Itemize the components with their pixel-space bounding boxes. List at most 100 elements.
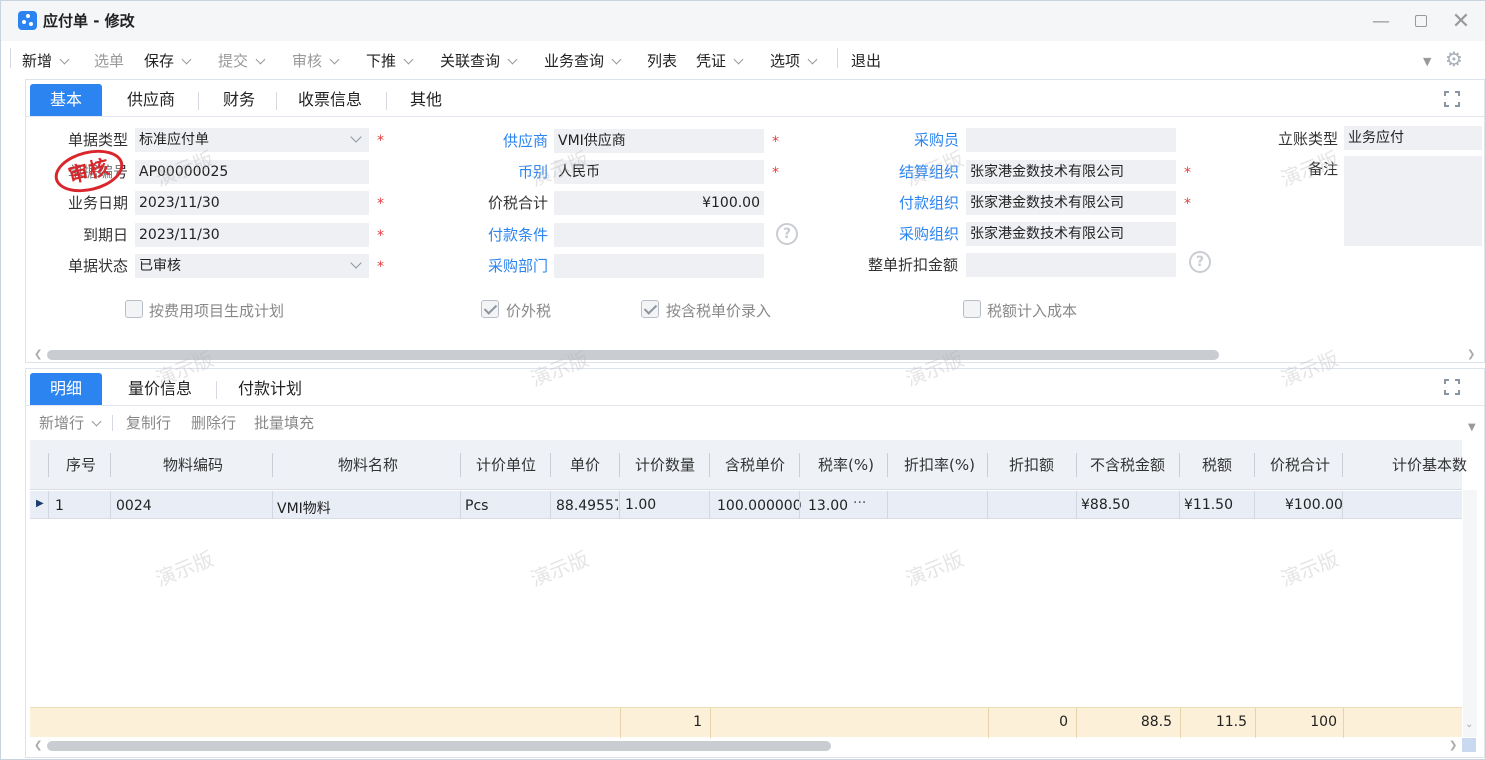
col-tax[interactable]: 税额 <box>1202 454 1232 475</box>
pay-terms-label[interactable]: 付款条件 <box>488 224 548 245</box>
currency-field[interactable]: 人民币 <box>554 160 764 184</box>
purchase-dept-field[interactable] <box>554 254 764 278</box>
col-total[interactable]: 价税合计 <box>1270 454 1330 475</box>
scroll-left-icon[interactable]: ❮ <box>34 349 42 360</box>
collapse-icon[interactable]: ▼ <box>1423 55 1431 68</box>
cell-tax-rate[interactable]: 13.00 <box>808 498 848 514</box>
col-unit[interactable]: 计价单位 <box>476 454 536 475</box>
col-base-qty[interactable]: 计价基本数 <box>1392 454 1467 475</box>
tax-price-entry-checkbox[interactable] <box>641 300 659 318</box>
audit-button[interactable]: 审核 <box>292 50 340 71</box>
header-scrollbar[interactable] <box>47 350 1219 360</box>
due-date-field[interactable]: 2023/11/30 <box>135 223 369 247</box>
settle-org-field[interactable]: 张家港金数技术有限公司 <box>966 160 1176 184</box>
tax-excluded-checkbox[interactable] <box>481 300 499 318</box>
minimize-icon[interactable]: — <box>1370 11 1392 33</box>
fullscreen-icon[interactable] <box>1444 91 1460 107</box>
account-type-label: 立账类型 <box>1278 130 1339 148</box>
cell-qty[interactable]: 1.00 <box>625 497 656 513</box>
col-material-name[interactable]: 物料名称 <box>338 454 398 475</box>
delete-row-button[interactable]: 删除行 <box>191 412 236 433</box>
remark-label: 备注 <box>1308 160 1339 178</box>
tab-detail[interactable]: 明细 <box>30 373 102 405</box>
pay-org-label[interactable]: 付款组织 <box>899 192 959 213</box>
discount-field[interactable] <box>966 253 1176 277</box>
business-query-button[interactable]: 业务查询 <box>544 50 622 71</box>
col-discount-rate[interactable]: 折扣率(%) <box>904 454 975 475</box>
collapse-icon[interactable]: ▼ <box>1468 422 1476 433</box>
exit-button[interactable]: 退出 <box>851 50 881 71</box>
tab-other[interactable]: 其他 <box>402 84 450 116</box>
bill-no-field[interactable]: AP00000025 <box>135 160 369 184</box>
col-tax-price[interactable]: 含税单价 <box>725 454 785 475</box>
scroll-right-icon[interactable]: ❯ <box>1467 349 1475 360</box>
add-row-button[interactable]: 新增行 <box>39 412 102 433</box>
tab-basic[interactable]: 基本 <box>30 84 102 116</box>
help-icon[interactable]: ? <box>1189 251 1211 273</box>
list-button[interactable]: 列表 <box>647 50 677 71</box>
purchase-org-field[interactable]: 张家港金数技术有限公司 <box>966 222 1176 246</box>
remark-field[interactable] <box>1344 156 1482 246</box>
save-button[interactable]: 保存 <box>144 50 192 71</box>
footer-tax: 11.5 <box>1215 714 1247 730</box>
supplier-field[interactable]: VMI供应商 <box>554 129 764 153</box>
cell-material-code[interactable]: 0024 <box>116 498 152 514</box>
buyer-label[interactable]: 采购员 <box>914 129 959 150</box>
voucher-button[interactable]: 凭证 <box>696 50 744 71</box>
col-qty[interactable]: 计价数量 <box>635 454 695 475</box>
bill-type-select[interactable]: 标准应付单 <box>135 128 369 152</box>
col-amount-ex-tax[interactable]: 不含税金额 <box>1090 454 1165 475</box>
scroll-down-icon[interactable]: ⌄ <box>1465 719 1473 730</box>
tab-finance[interactable]: 财务 <box>212 84 266 116</box>
account-type-field[interactable]: 业务应付 <box>1344 126 1482 150</box>
bill-date-field[interactable]: 2023/11/30 <box>135 191 369 215</box>
col-price[interactable]: 单价 <box>570 454 600 475</box>
related-query-button[interactable]: 关联查询 <box>440 50 518 71</box>
gear-icon[interactable]: ⚙ <box>1445 47 1463 71</box>
col-material-code[interactable]: 物料编码 <box>163 454 223 475</box>
currency-label[interactable]: 币别 <box>518 161 548 182</box>
tab-invoice-info[interactable]: 收票信息 <box>292 84 368 116</box>
grid-vertical-scrollbar[interactable]: ⌄ <box>1463 490 1477 737</box>
pay-org-field[interactable]: 张家港金数技术有限公司 <box>966 191 1176 215</box>
push-down-button[interactable]: 下推 <box>366 50 414 71</box>
copy-row-button[interactable]: 复制行 <box>126 412 171 433</box>
tab-quantity-price[interactable]: 量价信息 <box>118 373 202 405</box>
pay-terms-field[interactable] <box>554 223 764 247</box>
purchase-dept-label[interactable]: 采购部门 <box>488 255 548 276</box>
submit-button[interactable]: 提交 <box>218 50 266 71</box>
tab-payment-plan[interactable]: 付款计划 <box>232 373 308 405</box>
maximize-icon[interactable] <box>1410 11 1432 33</box>
select-bill-button[interactable]: 选单 <box>94 50 124 71</box>
col-discount-amount[interactable]: 折扣额 <box>1009 454 1054 475</box>
options-button[interactable]: 选项 <box>770 50 818 71</box>
footer-qty: 1 <box>693 714 702 730</box>
col-tax-rate[interactable]: 税率(%) <box>818 454 874 475</box>
table-row[interactable]: ▶ 1 0024 VMI物料 Pcs 88.49557 1.00 100.000… <box>30 491 1462 519</box>
cell-tax-price[interactable]: 100.000000 <box>717 498 802 514</box>
purchase-org-label[interactable]: 采购组织 <box>899 223 959 244</box>
scroll-right-icon[interactable]: ❯ <box>1449 740 1457 751</box>
cell-material-name[interactable]: VMI物料 <box>277 498 331 518</box>
buyer-field[interactable] <box>966 128 1176 152</box>
fullscreen-icon[interactable] <box>1444 379 1460 395</box>
more-icon[interactable]: ··· <box>853 495 866 511</box>
tab-supplier[interactable]: 供应商 <box>118 84 184 116</box>
new-button[interactable]: 新增 <box>22 50 70 71</box>
supplier-label[interactable]: 供应商 <box>503 130 548 151</box>
batch-fill-button[interactable]: 批量填充 <box>254 412 314 433</box>
help-icon[interactable]: ? <box>776 223 798 245</box>
settle-org-label[interactable]: 结算组织 <box>899 161 959 182</box>
toolbar-divider <box>10 48 11 68</box>
fee-plan-checkbox[interactable] <box>125 300 143 318</box>
col-seq[interactable]: 序号 <box>66 454 96 475</box>
tax-to-cost-checkbox[interactable] <box>963 300 981 318</box>
chevron-down-icon <box>733 54 744 65</box>
grid-horizontal-scrollbar[interactable] <box>47 741 831 751</box>
cell-unit[interactable]: Pcs <box>465 498 488 514</box>
chevron-down-icon <box>91 416 102 427</box>
scroll-left-icon[interactable]: ❮ <box>34 740 42 751</box>
close-icon[interactable]: ✕ <box>1450 11 1472 33</box>
cell-price[interactable]: 88.49557 <box>556 498 618 514</box>
status-select[interactable]: 已审核 <box>135 254 369 278</box>
